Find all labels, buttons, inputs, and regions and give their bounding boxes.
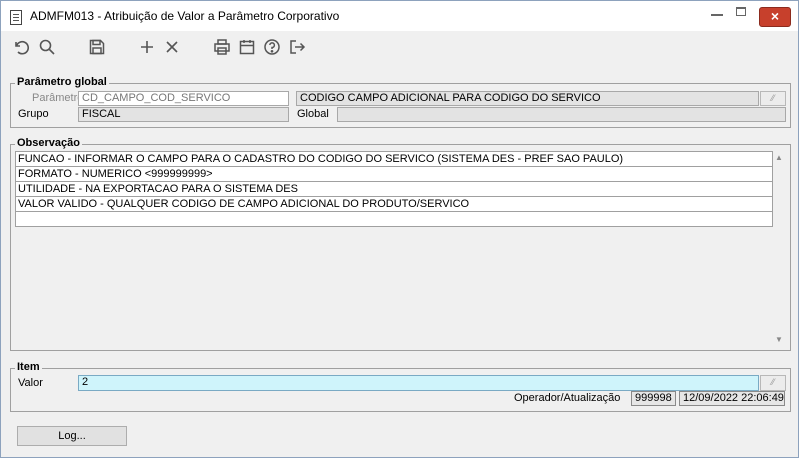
observacao-line: UTILIDADE - NA EXPORTACAO PARA O SISTEMA…: [15, 181, 773, 197]
close-button[interactable]: ×: [759, 7, 791, 27]
grupo-field: FISCAL: [78, 107, 289, 122]
window-title: ADMFM013 - Atribuição de Valor a Parâmet…: [30, 9, 340, 23]
help-icon[interactable]: [263, 38, 281, 56]
toolbar: [1, 31, 798, 61]
log-button[interactable]: Log...: [17, 426, 127, 446]
add-icon[interactable]: [138, 38, 156, 56]
scroll-down-icon[interactable]: ▼: [775, 335, 783, 344]
grupo-label: Grupo: [18, 108, 49, 120]
document-icon: [10, 10, 22, 25]
parametro-field[interactable]: CD_CAMPO_COD_SERVICO: [78, 91, 289, 106]
scroll-up-icon[interactable]: ▲: [775, 153, 783, 162]
delete-icon[interactable]: [163, 38, 181, 56]
exit-icon[interactable]: [288, 38, 306, 56]
parametro-label: Parâmetro: [32, 92, 84, 104]
observacao-line: FUNCAO - INFORMAR O CAMPO PARA O CADASTR…: [15, 151, 773, 167]
main-window: ADMFM013 - Atribuição de Valor a Parâmet…: [0, 0, 799, 458]
global-label: Global: [297, 108, 329, 120]
observacao-line: [15, 211, 773, 227]
print-icon[interactable]: [213, 38, 231, 56]
observacao-scrollbar[interactable]: ▲ ▼: [773, 151, 785, 347]
valor-lookup-button[interactable]: ⁄⁄: [760, 375, 786, 391]
operador-label: Operador/Atualização: [514, 392, 621, 404]
parametro-descricao-field: CODIGO CAMPO ADICIONAL PARA CODIGO DO SE…: [296, 91, 759, 106]
parametro-global-legend: Parâmetro global: [15, 76, 109, 88]
valor-input[interactable]: 2: [78, 375, 759, 391]
operador-field: 999998: [631, 391, 676, 406]
minimize-icon[interactable]: [711, 14, 723, 16]
maximize-icon[interactable]: [736, 7, 746, 16]
save-icon[interactable]: [88, 38, 106, 56]
item-legend: Item: [15, 361, 42, 373]
observacao-line: FORMATO - NUMERICO <999999999>: [15, 166, 773, 182]
observacao-line: VALOR VALIDO - QUALQUER CODIGO DE CAMPO …: [15, 196, 773, 212]
search-icon[interactable]: [38, 38, 56, 56]
observacao-legend: Observação: [15, 137, 82, 149]
parametro-lookup-button[interactable]: ⁄⁄: [760, 91, 786, 106]
calendar-icon[interactable]: [238, 38, 256, 56]
undo-icon[interactable]: [12, 38, 30, 56]
atualizacao-field: 12/09/2022 22:06:49: [679, 391, 785, 406]
valor-label: Valor: [18, 377, 43, 389]
title-bar: ADMFM013 - Atribuição de Valor a Parâmet…: [1, 1, 798, 31]
global-field: [337, 107, 786, 122]
